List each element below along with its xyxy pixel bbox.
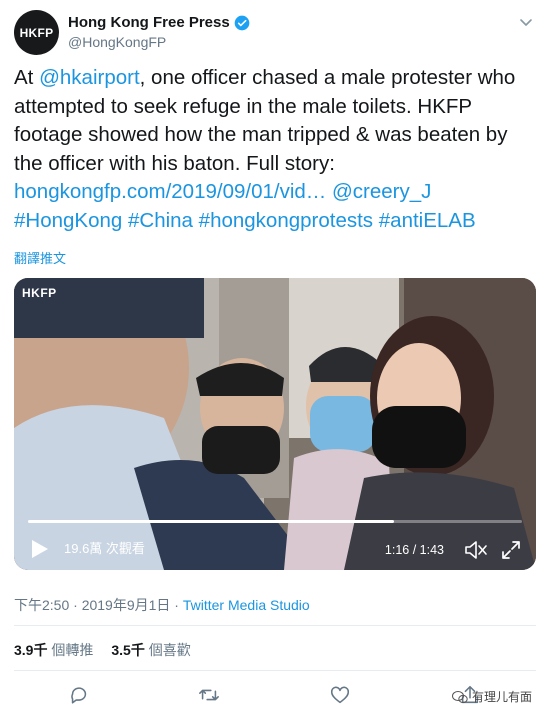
author-display-name-row[interactable]: Hong Kong Free Press (68, 14, 250, 31)
likes-label: 個喜歡 (148, 642, 191, 658)
reply-icon[interactable] (68, 684, 90, 706)
tweet-text-segment: At (14, 66, 40, 89)
tweet-stats: 3.9千 個轉推 3.5千 個喜歡 (14, 640, 191, 660)
hashtag-link[interactable]: #hongkongprotests (199, 209, 373, 232)
video-time: 1:16 / 1:43 (384, 543, 444, 557)
retweets-label: 個轉推 (51, 642, 94, 658)
video-watermark: HKFP (22, 286, 57, 300)
tweet-timestamp[interactable]: 下午2:50 · 2019年9月1日 · (14, 597, 183, 613)
verified-badge-icon (234, 15, 250, 30)
video-frame (14, 278, 536, 570)
tweet-meta: 下午2:50 · 2019年9月1日 · Twitter Media Studi… (14, 595, 310, 615)
chevron-down-icon[interactable] (518, 14, 534, 30)
heart-icon[interactable] (329, 684, 351, 706)
video-player[interactable]: HKFP 19.6萬 次觀看 1:16 / 1:43 (14, 278, 536, 570)
author-handle[interactable]: @HongKongFP (68, 34, 250, 50)
volume-muted-icon[interactable] (464, 539, 488, 561)
tweet-text: At @hkairport, one officer chased a male… (14, 64, 539, 235)
video-view-count: 19.6萬 次觀看 (64, 541, 145, 556)
watermark-text: 有理儿有面 (471, 690, 532, 704)
hashtag-link[interactable]: #HongKong (14, 209, 122, 232)
likes-stat[interactable]: 3.5千 個喜歡 (111, 642, 190, 658)
divider (14, 670, 536, 671)
hashtag-link[interactable]: #China (128, 209, 193, 232)
source-watermark: 有理儿有面 (451, 688, 532, 705)
tweet-source[interactable]: Twitter Media Studio (183, 597, 310, 613)
retweet-icon[interactable] (198, 684, 220, 706)
avatar[interactable]: HKFP (14, 10, 59, 55)
tweet-header: HKFP Hong Kong Free Press @HongKongFP (14, 10, 536, 56)
likes-count: 3.5千 (111, 642, 145, 658)
wechat-icon (451, 690, 468, 703)
divider (14, 625, 536, 626)
translate-tweet-link[interactable]: 翻譯推文 (14, 248, 66, 267)
hashtag-link[interactable]: #antiELAB (379, 209, 476, 232)
fullscreen-icon[interactable] (500, 539, 522, 561)
author-names: Hong Kong Free Press @HongKongFP (68, 14, 250, 50)
mention-link[interactable]: @creery_J (332, 180, 431, 203)
url-link[interactable]: hongkongfp.com/2019/09/01/vid… (14, 180, 326, 203)
retweets-stat[interactable]: 3.9千 個轉推 (14, 642, 93, 658)
author-display-name[interactable]: Hong Kong Free Press (68, 14, 230, 31)
retweets-count: 3.9千 (14, 642, 48, 658)
mention-link[interactable]: @hkairport (39, 66, 140, 89)
video-progress-bar[interactable] (28, 520, 522, 523)
play-icon[interactable] (28, 538, 50, 560)
video-progress-fill (28, 520, 394, 523)
